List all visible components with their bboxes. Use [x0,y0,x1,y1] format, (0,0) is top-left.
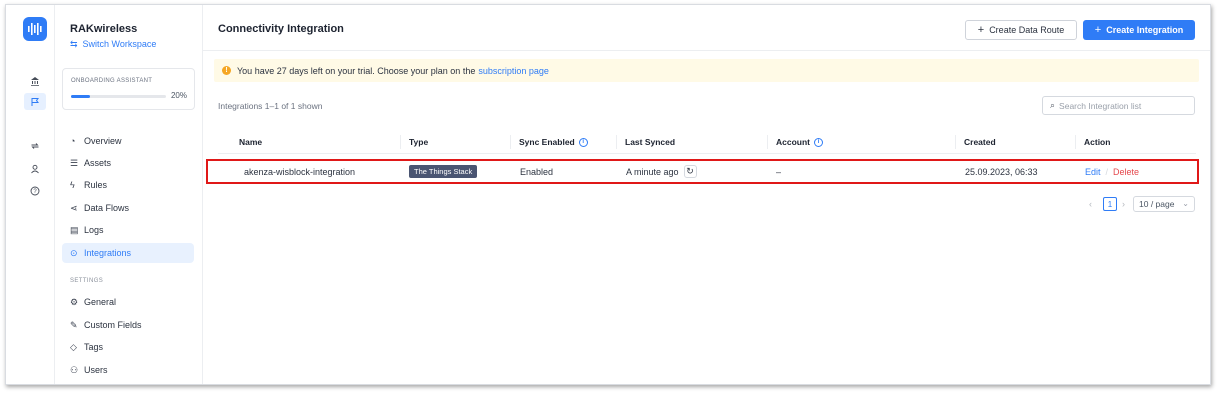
swap-icon: ⇆ [70,39,78,49]
nav-item-general[interactable]: ⚙ General [62,292,194,312]
integration-icon: ⊙ [70,247,78,258]
list-icon: ☰ [70,157,79,168]
column-header-sync-enabled[interactable]: Sync Enabled i [510,135,588,149]
user-icon[interactable] [25,160,45,177]
nav-item-label: Custom Fields [84,320,142,330]
refresh-icon[interactable]: ↻ [683,165,697,178]
page-title: Connectivity Integration [218,23,344,35]
page-size-select[interactable]: 10 / page ⌄ [1133,196,1195,212]
nav-item-tags[interactable]: ◇ Tags [62,337,194,357]
nav-item-assets[interactable]: ☰ Assets [62,153,194,173]
subscription-page-link[interactable]: subscription page [478,66,549,76]
last-synced-value: A minute ago [626,166,679,177]
tag-icon: ◇ [70,341,77,352]
search-icon: ⌕ [1050,100,1056,110]
nav-item-label: Assets [84,158,112,168]
gear-icon: ⚙ [70,296,79,307]
switch-workspace-link[interactable]: ⇆ Switch Workspace [70,39,156,50]
last-synced-cell: A minute ago ↻ [626,161,697,182]
onboarding-title: ONBOARDING ASSISTANT [71,78,153,84]
create-integration-label: Create Integration [1106,25,1184,35]
header-divider [203,50,1210,51]
repeat-icon[interactable] [25,137,45,154]
onboarding-progress-fill [71,95,90,98]
integration-type: The Things Stack [409,161,478,182]
onboarding-percent: 20% [170,91,187,100]
switch-workspace-label: Switch Workspace [82,39,157,49]
settings-section-label: SETTINGS [70,278,104,284]
nav-item-rules[interactable]: ϟ Rules [62,175,194,195]
sidebar: RAKwireless ⇆ Switch Workspace ONBOARDIN… [55,5,203,384]
page-number[interactable]: 1 [1103,197,1117,211]
nav-item-label: Overview [84,136,122,146]
search-input[interactable]: ⌕ Search Integration list [1042,96,1195,115]
onboarding-assistant[interactable]: ONBOARDING ASSISTANT 20% [62,68,195,110]
column-header-account[interactable]: Account i [767,135,823,149]
bank-icon[interactable] [25,72,45,89]
table-row[interactable]: akenza-wisblock-integration The Things S… [206,159,1199,184]
edit-link[interactable]: Edit [1085,167,1101,177]
type-badge: The Things Stack [409,165,478,178]
nav-item-users[interactable]: ⚇ Users [62,360,194,380]
chevron-down-icon: ⌄ [1182,199,1189,208]
log-icon: ▤ [70,224,79,235]
create-data-route-label: Create Data Route [989,25,1065,35]
nav-item-label: Users [84,365,108,375]
table-header: Name Type Sync Enabled i Last Synced Acco… [218,130,1196,154]
logo-icon [28,23,42,35]
search-placeholder: Search Integration list [1059,100,1142,111]
nav-item-label: General [84,297,117,307]
share-icon: ⋖ [70,202,78,213]
nav-item-logs[interactable]: ▤ Logs [62,220,194,240]
warning-icon: ! [222,66,231,75]
trial-banner: ! You have 27 days left on your trial. C… [214,59,1199,82]
create-integration-button[interactable]: + Create Integration [1083,20,1195,40]
action-divider: / [1105,166,1109,177]
nav-item-label: Integrations [84,248,132,258]
create-data-route-button[interactable]: + Create Data Route [965,20,1077,40]
results-count: Integrations 1–1 of 1 shown [218,101,323,111]
nav-item-overview[interactable]: ◔ Overview [62,131,194,151]
column-header-name[interactable]: Name [231,130,262,154]
app-window: ? RAKwireless ⇆ Switch Workspace ONBOARD… [5,4,1211,385]
nav-item-label: Tags [84,342,104,352]
account-value: – [776,166,782,177]
trial-banner-text: You have 27 days left on your trial. Cho… [237,65,476,76]
column-header-created[interactable]: Created [955,135,996,149]
nav-item-custom-fields[interactable]: ✎ Custom Fields [62,315,194,335]
info-icon[interactable]: i [814,137,823,147]
flag-icon[interactable] [24,93,46,110]
nav-item-label: Logs [84,225,104,235]
onboarding-progress-bar [71,95,166,98]
info-icon[interactable]: i [578,137,588,147]
column-header-last-synced[interactable]: Last Synced [616,135,675,149]
page-size-value: 10 / page [1139,199,1175,209]
main-content: Connectivity Integration + Create Data R… [203,5,1210,384]
column-header-action: Action [1075,135,1110,149]
users-icon: ⚇ [70,364,79,375]
nav-item-data-flows[interactable]: ⋖ Data Flows [62,198,194,218]
plus-icon: + [1094,24,1102,36]
icon-rail: ? [6,5,55,384]
delete-link[interactable]: Delete [1113,167,1139,177]
prev-page-icon[interactable]: ‹ [1089,197,1092,211]
workspace-name: RAKwireless [70,23,138,35]
nav-item-integrations[interactable]: ⊙ Integrations [62,243,194,263]
integration-name[interactable]: akenza-wisblock-integration [244,161,355,182]
plus-icon: + [977,24,985,36]
row-actions: Edit / Delete [1085,161,1139,182]
bolt-icon: ϟ [70,180,75,190]
app-logo[interactable] [23,17,47,41]
created-value: 25.09.2023, 06:33 [965,166,1038,177]
next-page-icon[interactable]: › [1122,197,1125,211]
sync-enabled-value: Enabled [520,166,554,177]
column-header-type[interactable]: Type [400,135,428,149]
nav-item-label: Data Flows [84,203,130,213]
edit-icon: ✎ [70,319,78,330]
nav-item-label: Rules [84,180,108,190]
help-icon[interactable]: ? [25,182,45,199]
dashboard-icon: ◔ [70,136,76,146]
